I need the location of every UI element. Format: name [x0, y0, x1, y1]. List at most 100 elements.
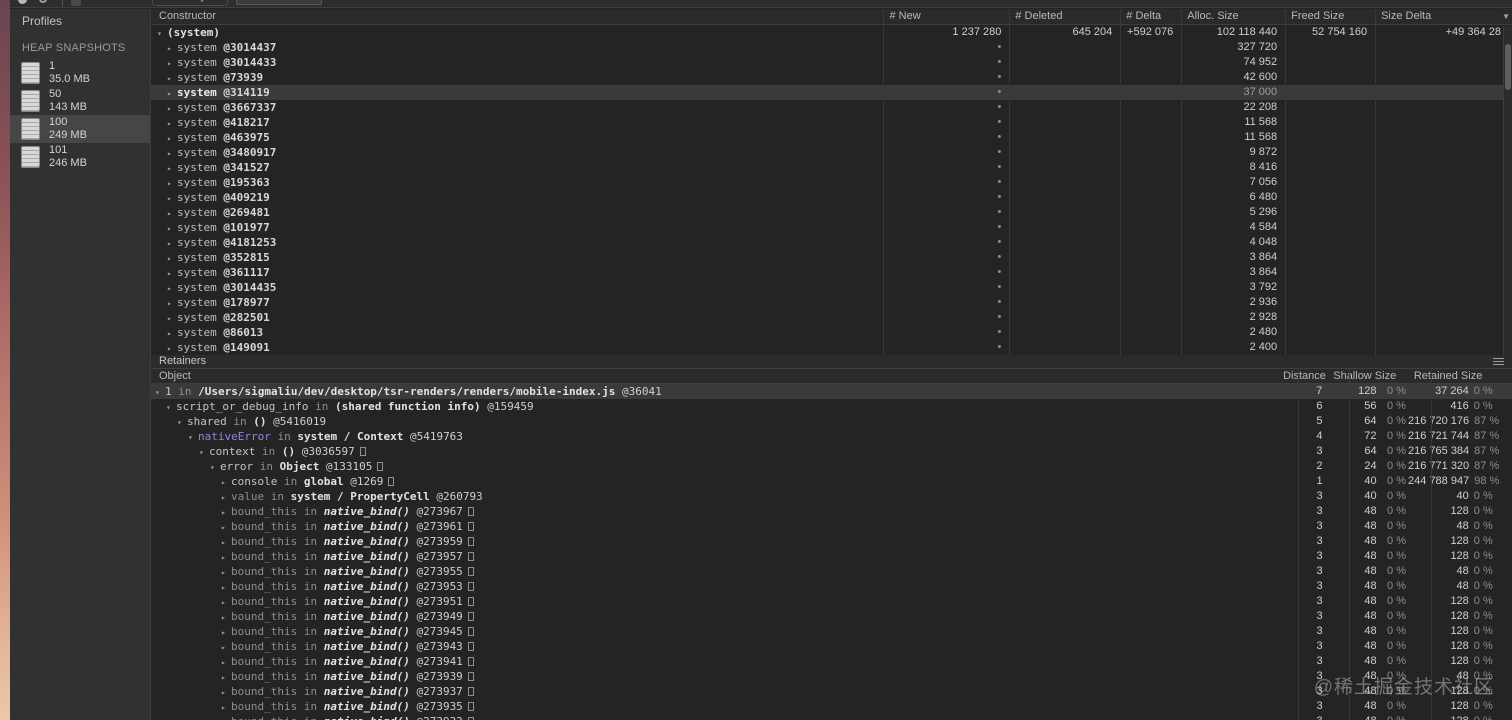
constructor-row[interactable]: ▸ system @269481 • 5 296 [151, 205, 1512, 220]
column-shallow-size[interactable]: Shallow Size [1327, 369, 1408, 383]
constructor-row[interactable]: ▸ system @101977 • 4 584 [151, 220, 1512, 235]
class-filter-input[interactable] [236, 0, 322, 5]
constructor-row[interactable]: ▸ system @3014437 • 327 720 [151, 40, 1512, 55]
base-snapshot-select[interactable]: 50 ▾ [328, 0, 372, 6]
toolbar-icon[interactable] [71, 0, 81, 6]
collapse-icon[interactable]: ▾ [155, 385, 165, 399]
clear-profiles-icon[interactable] [39, 0, 47, 3]
constructor-row[interactable]: ▸ system @3480917 • 9 872 [151, 145, 1512, 160]
retainer-row[interactable]: ▸ bound_this in native_bind() @273955 3 48 0… [151, 564, 1512, 579]
snapshot-item[interactable]: 101 246 MB [10, 143, 150, 171]
retainer-row[interactable]: ▸ bound_this in native_bind() @273945 3 48 0… [151, 624, 1512, 639]
retainer-row[interactable]: ▸ console in global @1269 1 40 0 % 244 788 94… [151, 474, 1512, 489]
retainer-row[interactable]: ▸ value in system / PropertyCell @260793 3… [151, 489, 1512, 504]
constructor-row[interactable]: ▸ system @86013 • 2 480 [151, 325, 1512, 340]
constructor-row[interactable]: ▸ system @195363 • 7 056 [151, 175, 1512, 190]
expand-icon[interactable]: ▸ [221, 550, 231, 564]
column-object[interactable]: Object [151, 369, 1277, 383]
constructor-row[interactable]: ▸ system @418217 • 11 568 [151, 115, 1512, 130]
constructor-row[interactable]: ▸ system @3014435 • 3 792 [151, 280, 1512, 295]
expand-icon[interactable]: ▸ [221, 475, 231, 489]
retainer-row[interactable]: ▸ bound_this in native_bind() @273939 3 48 0… [151, 669, 1512, 684]
expand-icon[interactable]: ▸ [221, 610, 231, 624]
expand-icon[interactable]: ▸ [167, 236, 177, 250]
expand-icon[interactable]: ▸ [221, 715, 231, 720]
expand-icon[interactable]: ▸ [167, 191, 177, 205]
expand-icon[interactable]: ▸ [167, 146, 177, 160]
perspective-select[interactable]: Summary ▾ [152, 0, 228, 6]
expand-icon[interactable]: ▸ [221, 565, 231, 579]
retainers-header-bar[interactable]: Retainers [151, 355, 1512, 369]
collapse-icon[interactable]: ▾ [166, 400, 176, 414]
retainer-row[interactable]: ▸ bound_this in native_bind() @273951 3 48 0… [151, 594, 1512, 609]
collapse-icon[interactable]: ▾ [177, 415, 187, 429]
expand-icon[interactable]: ▸ [221, 685, 231, 699]
snapshot-item[interactable]: 1 35.0 MB [10, 59, 150, 87]
retainer-row[interactable]: ▾ shared in () @5416019 5 64 0 % 216 720 176 8… [151, 414, 1512, 429]
retainer-row[interactable]: ▸ bound_this in native_bind() @273959 3 48 0… [151, 534, 1512, 549]
expand-icon[interactable]: ▸ [221, 580, 231, 594]
retainer-row[interactable]: ▾ context in () @3036597 3 64 0 % 216 765 384… [151, 444, 1512, 459]
expand-icon[interactable]: ▸ [167, 116, 177, 130]
collapse-icon[interactable]: ▾ [210, 460, 220, 474]
constructor-row[interactable]: ▸ system @314119 • 37 000 [151, 85, 1512, 100]
expand-icon[interactable]: ▸ [167, 296, 177, 310]
expand-icon[interactable]: ▸ [167, 266, 177, 280]
expand-icon[interactable]: ▸ [167, 311, 177, 325]
constructor-row[interactable]: ▸ system @3014433 • 74 952 [151, 55, 1512, 70]
column-new[interactable]: # New [882, 9, 1008, 24]
collapse-icon[interactable]: ▾ [199, 445, 209, 459]
snapshot-item[interactable]: 100 249 MB [10, 115, 150, 143]
column-deleted[interactable]: # Deleted [1008, 9, 1119, 24]
retainer-row[interactable]: ▾ 1 in /Users/sigmaliu/dev/desktop/tsr-re… [151, 384, 1512, 399]
constructor-row[interactable]: ▸ system @178977 • 2 936 [151, 295, 1512, 310]
constructor-row[interactable]: ▸ system @341527 • 8 416 [151, 160, 1512, 175]
retainer-row[interactable]: ▾ script_or_debug_info in (shared functio… [151, 399, 1512, 414]
expand-icon[interactable]: ▸ [167, 206, 177, 220]
column-freed-size[interactable]: Freed Size [1284, 9, 1374, 24]
retainer-row[interactable]: ▸ bound_this in native_bind() @273949 3 48 0… [151, 609, 1512, 624]
constructor-row[interactable]: ▸ system @463975 • 11 568 [151, 130, 1512, 145]
expand-icon[interactable]: ▸ [167, 131, 177, 145]
expand-icon[interactable]: ▸ [221, 520, 231, 534]
scrollbar-thumb[interactable] [1505, 44, 1511, 90]
expand-icon[interactable]: ▸ [167, 281, 177, 295]
expand-icon[interactable]: ▸ [167, 101, 177, 115]
expand-icon[interactable]: ▸ [167, 41, 177, 55]
column-constructor[interactable]: Constructor [151, 9, 882, 24]
constructor-row[interactable]: ▸ system @4181253 • 4 048 [151, 235, 1512, 250]
constructor-row[interactable]: ▸ system @361117 • 3 864 [151, 265, 1512, 280]
expand-icon[interactable]: ▸ [221, 595, 231, 609]
expand-icon[interactable]: ▸ [221, 535, 231, 549]
expand-icon[interactable]: ▸ [167, 161, 177, 175]
expand-icon[interactable]: ▸ [221, 670, 231, 684]
constructor-row[interactable]: ▸ system @3667337 • 22 208 [151, 100, 1512, 115]
retainer-row[interactable]: ▸ bound_this in native_bind() @273935 3 48 0… [151, 699, 1512, 714]
column-delta[interactable]: # Delta [1119, 9, 1180, 24]
snapshot-item[interactable]: 50 143 MB [10, 87, 150, 115]
expand-icon[interactable]: ▸ [167, 56, 177, 70]
collapse-icon[interactable]: ▾ [188, 430, 198, 444]
expand-icon[interactable]: ▸ [221, 625, 231, 639]
expand-icon[interactable]: ▸ [167, 176, 177, 190]
retainer-row[interactable]: ▸ bound_this in native_bind() @273967 3 48 0… [151, 504, 1512, 519]
retainer-row[interactable]: ▸ bound_this in native_bind() @273957 3 48 0… [151, 549, 1512, 564]
constructor-row[interactable]: ▸ system @352815 • 3 864 [151, 250, 1512, 265]
menu-icon[interactable] [1493, 361, 1504, 362]
column-retained-size[interactable]: Retained Size [1408, 369, 1512, 383]
expand-icon[interactable]: ▸ [221, 700, 231, 714]
expand-icon[interactable]: ▸ [221, 655, 231, 669]
constructor-row[interactable]: ▸ system @409219 • 6 480 [151, 190, 1512, 205]
column-distance[interactable]: Distance [1277, 369, 1327, 383]
collapse-icon[interactable]: ▾ [157, 26, 167, 40]
retainer-row[interactable]: ▸ bound_this in native_bind() @273941 3 48 0… [151, 654, 1512, 669]
retainer-row[interactable]: ▸ bound_this in native_bind() @273943 3 48 0… [151, 639, 1512, 654]
retainer-row[interactable]: ▸ bound_this in native_bind() @273953 3 48 0… [151, 579, 1512, 594]
expand-icon[interactable]: ▸ [167, 71, 177, 85]
retainer-row[interactable]: ▸bound_this in native_bind() @2739333480… [151, 714, 1512, 720]
retainer-row[interactable]: ▾ nativeError in system / Context @541976… [151, 429, 1512, 444]
retainer-row[interactable]: ▾ error in Object @133105 2 24 0 % 216 771 32… [151, 459, 1512, 474]
retainer-row[interactable]: ▸ bound_this in native_bind() @273961 3 48 0… [151, 519, 1512, 534]
constructor-row[interactable]: ▸ system @149091 • 2 400 [151, 340, 1512, 355]
constructor-row[interactable]: ▸ system @73939 • 42 600 [151, 70, 1512, 85]
